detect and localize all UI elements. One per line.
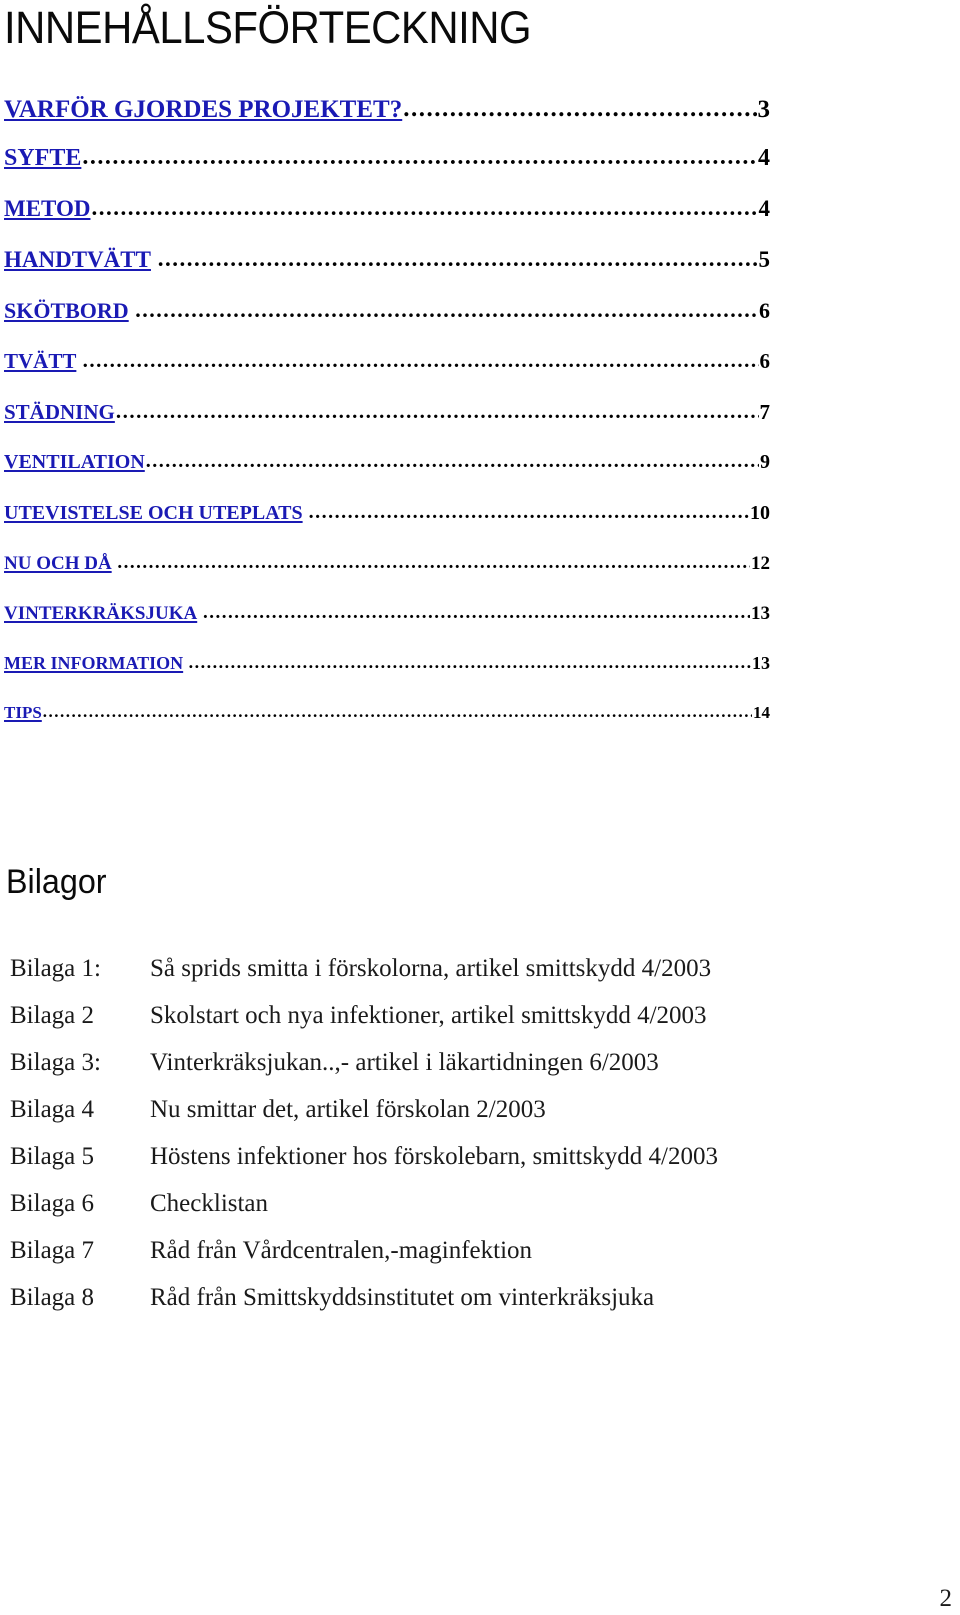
appendix-item-description: Nu smittar det, artikel förskolan 2/2003 — [150, 1096, 546, 1123]
list-item: Bilaga 1: Så sprids smitta i förskolorna… — [10, 955, 810, 1002]
toc-leader-dots — [43, 702, 752, 722]
appendix-item-description: Så sprids smitta i förskolorna, artikel … — [150, 955, 712, 982]
toc-leader-dots — [189, 652, 751, 673]
toc-entry[interactable]: METOD 4 — [4, 196, 770, 247]
toc-entry-label[interactable]: SYFTE — [4, 145, 81, 172]
toc-leader-dots — [135, 297, 758, 323]
toc-leader-dots — [91, 195, 757, 221]
appendix-item-description: Vinterkräksjukan..,- artikel i läkartidn… — [150, 1049, 659, 1076]
appendix-item-description: Skolstart och nya infektioner, artikel s… — [150, 1002, 707, 1029]
appendix-item-description: Råd från Vårdcentralen,-maginfektion — [150, 1237, 533, 1264]
toc-leader-dots — [83, 348, 759, 373]
toc-entry-page: 5 — [758, 247, 771, 272]
appendix-item-label: Bilaga 7 — [10, 1237, 95, 1264]
toc-spacer — [112, 553, 117, 575]
appendix-item-label: Bilaga 1: — [10, 955, 101, 982]
toc-entry[interactable]: STÄDNING 7 — [4, 400, 770, 451]
toc-entry-page: 6 — [759, 349, 771, 373]
toc-entry[interactable]: VENTILATION 9 — [4, 451, 770, 502]
toc-spacer — [129, 298, 135, 324]
toc-entry-page: 9 — [760, 451, 770, 473]
toc-leader-dots — [116, 399, 759, 424]
toc-entry-label[interactable]: TVÄTT — [4, 349, 76, 374]
toc-entry-label[interactable]: TIPS — [4, 703, 42, 723]
toc-entry[interactable]: SKÖTBORD 6 — [4, 298, 770, 349]
appendix-item-label: Bilaga 5 — [10, 1143, 95, 1170]
page-title: INNEHÅLLSFÖRTECKNING — [4, 2, 532, 53]
toc-leader-dots — [309, 501, 749, 524]
toc-spacer — [183, 653, 188, 674]
list-item: Bilaga 8 Råd från Smittskyddsinstitutet … — [10, 1284, 810, 1331]
toc-entry-page: 12 — [751, 553, 770, 574]
list-item: Bilaga 4 Nu smittar det, artikel förskol… — [10, 1096, 810, 1143]
list-item: Bilaga 6 Checklistan — [10, 1190, 810, 1237]
appendix-item-label: Bilaga 6 — [10, 1190, 95, 1217]
appendix-item-description: Höstens infektioner hos förskolebarn, sm… — [150, 1143, 718, 1170]
toc-leader-dots — [158, 246, 758, 272]
appendix-heading: Bilagor — [6, 863, 107, 901]
toc-entry[interactable]: VINTERKRÄKSJUKA 13 — [4, 603, 770, 653]
list-item: Bilaga 5 Höstens infektioner hos förskol… — [10, 1143, 810, 1190]
toc-entry-label[interactable]: HANDTVÄTT — [4, 247, 151, 273]
toc-entry-label[interactable]: VARFÖR GJORDES PROJEKTET? — [4, 96, 402, 124]
appendix-item-description: Checklistan — [150, 1190, 269, 1217]
footer-page-number: 2 — [939, 1585, 953, 1612]
appendix-item-description: Råd från Smittskyddsinstitutet om vinter… — [150, 1284, 655, 1311]
toc-entry[interactable]: UTEVISTELSE OCH UTEPLATS 10 — [4, 502, 770, 553]
toc-entry-label[interactable]: MER INFORMATION — [4, 653, 183, 674]
toc-entry[interactable]: TVÄTT 6 — [4, 349, 770, 400]
toc-entry-label[interactable]: METOD — [4, 196, 90, 222]
toc-entry-page: 6 — [759, 298, 770, 323]
toc-entry-label[interactable]: NU OCH DÅ — [4, 553, 112, 575]
table-of-contents: VARFÖR GJORDES PROJEKTET? 3 SYFTE 4 METO… — [4, 96, 770, 753]
appendix-item-label: Bilaga 4 — [10, 1096, 95, 1123]
list-item: Bilaga 7 Råd från Vårdcentralen,-maginfe… — [10, 1237, 810, 1284]
toc-entry-label[interactable]: SKÖTBORD — [4, 298, 129, 324]
toc-entry-page: 3 — [757, 96, 771, 123]
toc-leader-dots — [82, 144, 757, 171]
toc-entry-page: 7 — [759, 400, 771, 424]
toc-entry[interactable]: SYFTE 4 — [4, 145, 770, 196]
toc-entry[interactable]: TIPS 14 — [4, 703, 770, 753]
appendix-item-label: Bilaga 3: — [10, 1049, 101, 1076]
toc-entry-label[interactable]: STÄDNING — [4, 400, 115, 425]
toc-entry[interactable]: NU OCH DÅ 12 — [4, 553, 770, 603]
toc-spacer — [303, 502, 308, 525]
toc-entry-page: 13 — [751, 603, 770, 624]
toc-entry-page: 4 — [758, 145, 770, 171]
toc-leader-dots — [203, 602, 750, 624]
toc-entry[interactable]: HANDTVÄTT 5 — [4, 247, 770, 298]
list-item: Bilaga 2 Skolstart och nya infektioner, … — [10, 1002, 810, 1049]
toc-entry-page: 13 — [752, 653, 770, 673]
appendix-item-label: Bilaga 2 — [10, 1002, 95, 1029]
toc-entry[interactable]: MER INFORMATION 13 — [4, 653, 770, 703]
toc-spacer — [151, 247, 157, 273]
toc-leader-dots — [146, 450, 759, 473]
toc-entry-page: 14 — [753, 703, 770, 722]
appendix-list: Bilaga 1: Så sprids smitta i förskolorna… — [10, 955, 810, 1331]
list-item: Bilaga 3: Vinterkräksjukan..,- artikel i… — [10, 1049, 810, 1096]
toc-entry-label[interactable]: UTEVISTELSE OCH UTEPLATS — [4, 502, 303, 525]
toc-spacer — [76, 349, 81, 374]
toc-entry-page: 4 — [758, 196, 771, 221]
toc-entry-label[interactable]: VINTERKRÄKSJUKA — [4, 603, 197, 625]
appendix-item-label: Bilaga 8 — [10, 1284, 95, 1311]
toc-leader-dots — [117, 552, 750, 574]
toc-spacer — [197, 603, 202, 625]
toc-entry[interactable]: VARFÖR GJORDES PROJEKTET? 3 — [4, 96, 770, 145]
toc-entry-label[interactable]: VENTILATION — [4, 451, 145, 474]
toc-entry-page: 10 — [750, 502, 770, 524]
toc-leader-dots — [403, 95, 756, 123]
